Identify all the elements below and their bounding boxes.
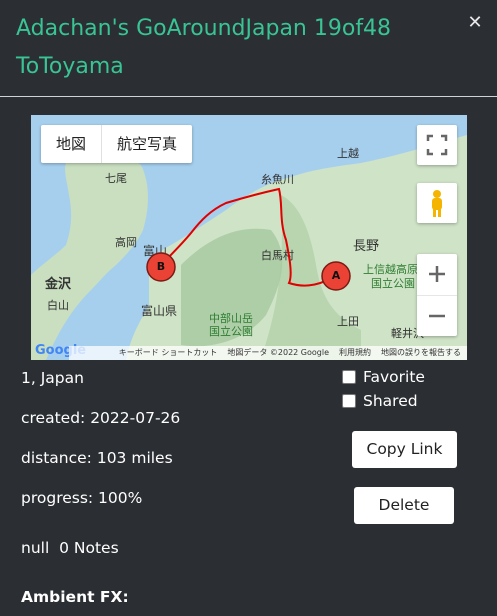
trip-progress: progress: 100%: [21, 489, 143, 507]
trip-distance: distance: 103 miles: [21, 449, 173, 467]
zoom-out-button[interactable]: [417, 295, 457, 336]
copy-link-button[interactable]: Copy Link: [352, 431, 457, 468]
trip-created: created: 2022-07-26: [21, 409, 181, 427]
place-label: 金沢: [44, 276, 72, 292]
place-label: 中部山岳: [209, 311, 253, 325]
shared-option[interactable]: Shared: [342, 392, 418, 410]
street-view-button[interactable]: [417, 183, 457, 223]
plus-icon: [429, 266, 445, 282]
close-icon[interactable]: ✕: [466, 14, 484, 32]
map-data-text: 地図データ ©2022 Google: [227, 348, 329, 357]
map-type-control: 地図 航空写真: [41, 125, 193, 163]
route-map[interactable]: 新 上越 七尾 糸魚川 高岡 富山 白馬村 長野 上信越高原 国立公園 金沢 白…: [31, 115, 467, 360]
place-label: 上信越高原: [363, 262, 418, 276]
place-label: 国立公園: [371, 276, 415, 290]
map-type-map-button[interactable]: 地図: [41, 125, 103, 163]
trip-notes: null 0 Notes: [21, 539, 119, 557]
place-label: 上田: [337, 315, 359, 328]
place-label: 糸魚川: [261, 173, 294, 186]
favorite-option[interactable]: Favorite: [342, 368, 425, 386]
favorite-checkbox[interactable]: [342, 370, 356, 384]
place-label: 長野: [353, 239, 379, 254]
shared-label: Shared: [363, 392, 418, 410]
place-label: 富山県: [141, 303, 177, 318]
report-error-link[interactable]: 地図の誤りを報告する: [381, 346, 461, 360]
minus-icon: [429, 314, 445, 318]
shared-checkbox[interactable]: [342, 394, 356, 408]
terms-link[interactable]: 利用規約: [339, 346, 371, 360]
favorite-label: Favorite: [363, 368, 425, 386]
zoom-in-button[interactable]: [417, 254, 457, 294]
dialog-title: Adachan's GoAroundJapan 19of48 ToToyama: [16, 16, 392, 79]
place-label: 白山: [47, 298, 69, 312]
zoom-control: [417, 254, 457, 336]
map-type-satellite-button[interactable]: 航空写真: [102, 125, 192, 163]
pegman-icon: [432, 190, 442, 217]
keyboard-shortcuts-link[interactable]: キーボード ショートカット: [119, 346, 218, 360]
place-label: 上越: [337, 146, 359, 160]
marker-a-label: A: [331, 269, 341, 282]
delete-button[interactable]: Delete: [354, 487, 454, 524]
dialog-header: Adachan's GoAroundJapan 19of48 ToToyama …: [0, 0, 497, 97]
ambient-fx-heading: Ambient FX:: [21, 588, 129, 606]
place-label: 七尾: [105, 172, 127, 185]
place-label: 国立公園: [209, 324, 253, 338]
marker-b-label: B: [156, 260, 166, 273]
place-label: 高岡: [115, 235, 137, 249]
map-attribution: キーボード ショートカット 地図データ ©2022 Google 利用規約 地図…: [69, 346, 467, 360]
fullscreen-icon: [426, 134, 448, 156]
trip-location: 1, Japan: [21, 369, 84, 387]
fullscreen-button[interactable]: [417, 125, 457, 165]
